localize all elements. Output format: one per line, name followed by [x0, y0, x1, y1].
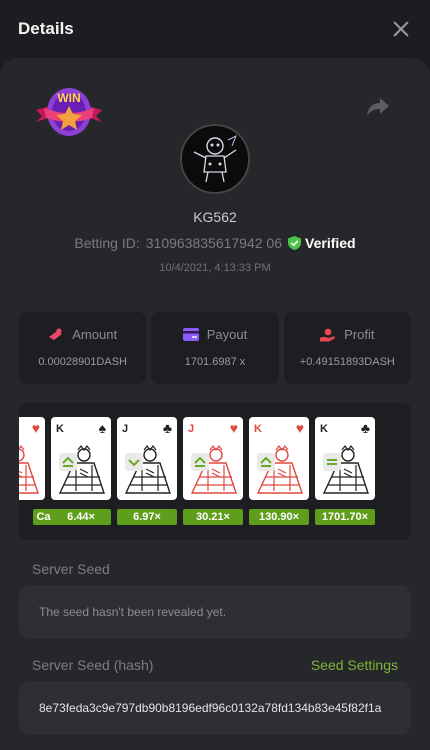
multiplier-label: 6.44×: [51, 509, 111, 525]
stat-profit-value: +0.49151893DASH: [299, 356, 395, 368]
multiplier-label: 1701.70×: [315, 509, 375, 525]
card-suit: ♥: [31, 420, 40, 436]
server-seed-value: The seed hasn't been revealed yet.: [39, 605, 227, 619]
multiplier-label: 30.21×: [183, 509, 243, 525]
card-rank: K: [254, 423, 262, 435]
server-seed-field: The seed hasn't been revealed yet.: [19, 585, 411, 639]
history-card: ♥: [19, 417, 45, 500]
higher-arrow-icon: [191, 453, 209, 471]
card-rank: J: [122, 423, 129, 435]
card-rank: J: [188, 423, 195, 435]
hand-coin-icon: [320, 328, 336, 341]
coins-icon: [49, 327, 63, 340]
win-badge-icon: WIN: [36, 88, 102, 136]
card-suit: ♣: [162, 420, 172, 436]
higher-arrow-icon: [257, 453, 275, 471]
higher-arrow-icon: [59, 453, 77, 471]
verified-shield-icon: [288, 236, 302, 250]
stats-row: Amount 0.00028901DASH Payout 1701.6987 x: [19, 312, 411, 384]
details-sheet: WIN KG562 Betting ID: 310963835617942 06: [0, 58, 430, 750]
details-page: Details WIN KG562 Betting ID: 3109638356…: [0, 0, 430, 750]
betting-id-label: Betting ID:: [74, 235, 140, 251]
bet-date: 10/4/2021, 4:13:33 PM: [159, 262, 271, 274]
multiplier-label: 6.97×: [117, 509, 177, 525]
stat-payout-value: 1701.6987 x: [184, 356, 246, 368]
share-icon[interactable]: [366, 96, 390, 118]
card-suit: ♠: [98, 420, 106, 436]
card-wallet-icon: [182, 328, 199, 341]
stat-profit-label: Profit: [344, 327, 375, 342]
header: Details: [0, 0, 430, 58]
lower-arrow-icon: [125, 453, 143, 471]
betting-id-row: Betting ID: 310963835617942 06 Verified: [0, 235, 430, 251]
page-title: Details: [18, 19, 74, 38]
stat-amount-value: 0.00028901DASH: [38, 356, 127, 368]
seed-settings-link[interactable]: Seed Settings: [311, 657, 398, 673]
card-suit: ♥: [295, 420, 304, 436]
win-badge-text: WIN: [57, 91, 80, 105]
multiplier-label: 130.90×: [249, 509, 309, 525]
server-seed-label: Server Seed: [32, 561, 110, 577]
card-suit: ♣: [360, 420, 370, 436]
card-rank: K: [320, 423, 328, 435]
verified-label: Verified: [305, 235, 356, 251]
cards-history-panel: ♥ K ♠ J ♣ J ♥ K ♥ K ♣ Card 6.44× 6.97× 30.21× 130.90× 17…: [19, 403, 411, 540]
stat-amount-label: Amount: [72, 327, 118, 342]
card-suit: ♥: [229, 420, 238, 436]
avatar: [180, 124, 250, 194]
stat-payout: Payout 1701.6987 x: [151, 312, 279, 384]
betting-id-value: 310963835617942 06: [145, 235, 283, 251]
stat-payout-label: Payout: [206, 327, 248, 342]
stat-profit: Profit +0.49151893DASH: [283, 312, 411, 384]
card-rank: K: [56, 423, 64, 435]
stat-amount: Amount 0.00028901DASH: [19, 312, 147, 384]
verified-badge: Verified: [288, 235, 356, 251]
close-icon[interactable]: [390, 18, 412, 40]
username: KG562: [193, 209, 237, 225]
server-seed-hash-value: 8e73feda3c9e797db90b8196edf96c0132a78fd1…: [39, 701, 382, 715]
server-seed-hash-label: Server Seed (hash): [32, 657, 154, 673]
equal-icon: [323, 453, 341, 471]
server-seed-hash-field[interactable]: 8e73feda3c9e797db90b8196edf96c0132a78fd1…: [19, 681, 411, 735]
